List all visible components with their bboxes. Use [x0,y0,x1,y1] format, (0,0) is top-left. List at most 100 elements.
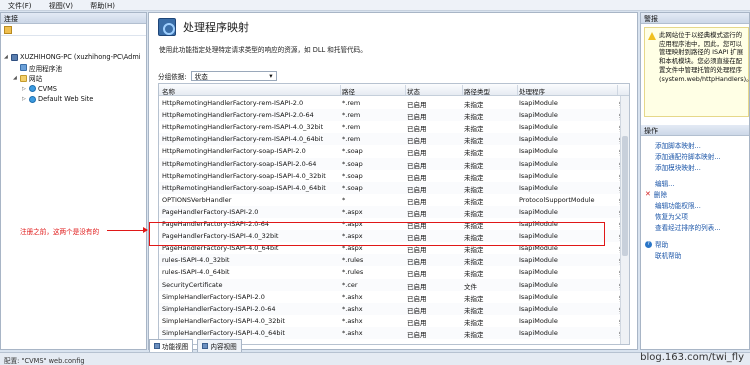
table-row[interactable]: HttpRemotingHandlerFactory-rem-ISAPI-4.0… [159,121,626,134]
action-item[interactable]: 编辑功能权限... [645,200,701,210]
action-item[interactable]: 编辑... [645,178,674,188]
tab-features-view[interactable]: 功能视图 [149,339,194,353]
menu-file[interactable]: 文件(F) [0,0,39,11]
cell-name: HttpRemotingHandlerFactory-rem-ISAPI-2.0… [162,111,314,120]
action-item[interactable]: 联机帮助 [645,250,681,260]
cell-state: 已启用 [407,137,427,146]
delete-icon: ✕ [645,190,651,198]
cell-path: *.rem [342,123,361,132]
table-row[interactable]: SecurityCertificate *.cer 已启用 文件 IsapiModule… [159,278,626,291]
table-row[interactable]: HttpRemotingHandlerFactory-soap-ISAPI-2.… [159,145,626,158]
table-row[interactable]: SimpleHandlerFactory-ISAPI-4.0_32bit *.as… [159,315,626,327]
column-header-state[interactable]: 状态 [407,86,461,96]
tree-item[interactable]: ◢ 网站 [13,73,42,83]
table-row[interactable]: HttpRemotingHandlerFactory-rem-ISAPI-2.0… [159,109,626,122]
cell-handler: IsapiModule [519,268,558,277]
table-row[interactable]: PageHandlerFactory-ISAPI-2.0-64 *.aspx 已启用… [159,218,626,230]
table-row[interactable]: HttpRemotingHandlerFactory-rem-ISAPI-2.0… [159,97,626,109]
cell-name: SimpleHandlerFactory-ISAPI-4.0_32bit [162,316,285,325]
cell-path: *.soap [342,171,363,180]
menu-view[interactable]: 视图(V) [41,0,80,11]
cell-state: 已启用 [407,306,427,315]
cell-name: PageHandlerFactory-ISAPI-4.0_64bit [162,244,279,253]
action-item[interactable]: 添加脚本映射... [645,140,701,150]
cell-state: 已启用 [407,149,427,158]
expand-toggle-icon[interactable]: ◢ [4,54,9,60]
table-row[interactable]: HttpRemotingHandlerFactory-soap-ISAPI-4.… [159,170,626,182]
table-row[interactable]: HttpRemotingHandlerFactory-rem-ISAPI-4.0… [159,133,626,146]
tree-item[interactable]: ▷ CVMS [22,84,57,94]
page-heading: 处理程序映射 [158,18,249,36]
tree-item[interactable]: 应用程序池 [13,63,62,73]
scrollbar-thumb[interactable] [622,136,628,256]
cell-state: 已启用 [407,113,427,122]
action-item[interactable]: 添加通配符脚本映射... [645,151,721,161]
table-row[interactable]: HttpRemotingHandlerFactory-soap-ISAPI-2.… [159,157,626,170]
tab-features-view-label: 功能视图 [162,343,189,351]
action-label: 编辑... [655,180,675,188]
cell-state: 已启用 [407,197,427,206]
table-row[interactable]: OPTIONSVerbHandler * 已启用 未指定 ProtocolSupport… [159,194,626,206]
tree-item[interactable]: ▷ Default Web Site [22,94,93,104]
table-row[interactable]: SimpleHandlerFactory-ISAPI-2.0-64 *.ashx 已… [159,302,626,315]
cell-handler: IsapiModule [519,135,558,144]
cell-path-type: 未指定 [464,149,484,158]
cell-path-type: 未指定 [464,125,484,134]
globe-icon [29,85,36,92]
table-row[interactable]: SimpleHandlerFactory-ISAPI-4.0_64bit *.as… [159,326,626,339]
expand-toggle-icon[interactable]: ▷ [22,96,27,102]
alert-text: 此网站位于以经典模式运行的应用程序池中，因此，您可以管理映射到路径的 ISAPI… [659,31,750,83]
action-item[interactable]: 查看经过排序的列表... [645,222,721,232]
cell-path-type: 未指定 [464,234,484,243]
expand-toggle-icon[interactable]: ◢ [13,75,18,81]
tree-item[interactable]: ◢ XUZHIHONG-PC (xuzhihong-PC\Admi [4,52,141,62]
status-bar: 配置: "CVMS" web.config [0,352,750,365]
cell-handler: IsapiModule [519,207,558,216]
action-item[interactable]: 添加模块映射... [645,162,701,172]
handler-table: 名称 路径 状态 路径类型 处理程序 HttpRemotingHandlerFa… [158,83,630,345]
table-row[interactable]: HttpRemotingHandlerFactory-soap-ISAPI-4.… [159,181,626,194]
cell-path-type: 未指定 [464,101,484,109]
tab-content-view[interactable]: 内容视图 [197,339,242,353]
cell-handler: IsapiModule [519,123,558,132]
column-header-path-type[interactable]: 路径类型 [464,86,516,96]
cell-name: HttpRemotingHandlerFactory-soap-ISAPI-4.… [162,171,326,180]
action-item[interactable]: ✕ 删除 [645,189,667,199]
cell-state: 已启用 [407,246,427,255]
table-row[interactable]: PageHandlerFactory-ISAPI-4.0_32bit *.aspx… [159,230,626,243]
column-header-path[interactable]: 路径 [342,86,404,96]
cell-path-type: 未指定 [464,161,484,170]
cell-path-type: 未指定 [464,306,484,315]
view-tabs: 功能视图 内容视图 [149,339,242,353]
features-view-icon [154,343,160,349]
table-row[interactable]: PageHandlerFactory-ISAPI-4.0_64bit *.aspx… [159,242,626,255]
table-row[interactable]: PageHandlerFactory-ISAPI-2.0 *.aspx 已启用 未指定… [159,205,626,218]
table-row[interactable]: SimpleHandlerFactory-ISAPI-2.0 *.ashx 已启用 未… [159,291,626,303]
vertical-scrollbar[interactable] [620,96,629,344]
group-by-select[interactable]: 状态 ▾ [190,71,277,81]
tree-item-label: 应用程序池 [29,64,62,73]
action-item[interactable]: ? 帮助 [645,239,668,249]
action-label: 添加脚本映射... [655,142,701,150]
column-header-name[interactable]: 名称 [162,86,340,96]
cell-name: HttpRemotingHandlerFactory-rem-ISAPI-2.0 [162,99,304,107]
table-row[interactable]: rules-ISAPI-4.0_64bit *.rules 已启用 未指定 IsapiM… [159,266,626,278]
menu-help[interactable]: 帮助(H) [82,0,122,11]
action-label: 联机帮助 [655,252,682,260]
expand-toggle-icon[interactable]: ▷ [22,86,27,92]
actions-title: 操作 [641,125,749,136]
column-header-handler[interactable]: 处理程序 [519,86,617,96]
action-label: 编辑功能权限... [655,202,701,210]
cell-handler: IsapiModule [519,183,558,192]
cell-path: *.ashx [342,316,363,325]
tree-item-label: 网站 [29,75,43,83]
tree-item-label: CVMS [38,84,57,93]
cell-name: HttpRemotingHandlerFactory-soap-ISAPI-2.… [162,147,306,156]
table-row[interactable]: rules-ISAPI-4.0_32bit *.rules 已启用 未指定 IsapiM… [159,254,626,267]
cell-handler: ProtocolSupportModule [519,195,595,204]
cell-handler: IsapiModule [519,220,558,228]
new-connection-icon[interactable] [4,26,12,34]
cell-path: *.ashx [342,292,363,301]
actions-pane: 警报 此网站位于以经典模式运行的应用程序池中，因此，您可以管理映射到路径的 IS… [640,12,750,350]
action-item[interactable]: 恢复为父项 [645,211,688,221]
